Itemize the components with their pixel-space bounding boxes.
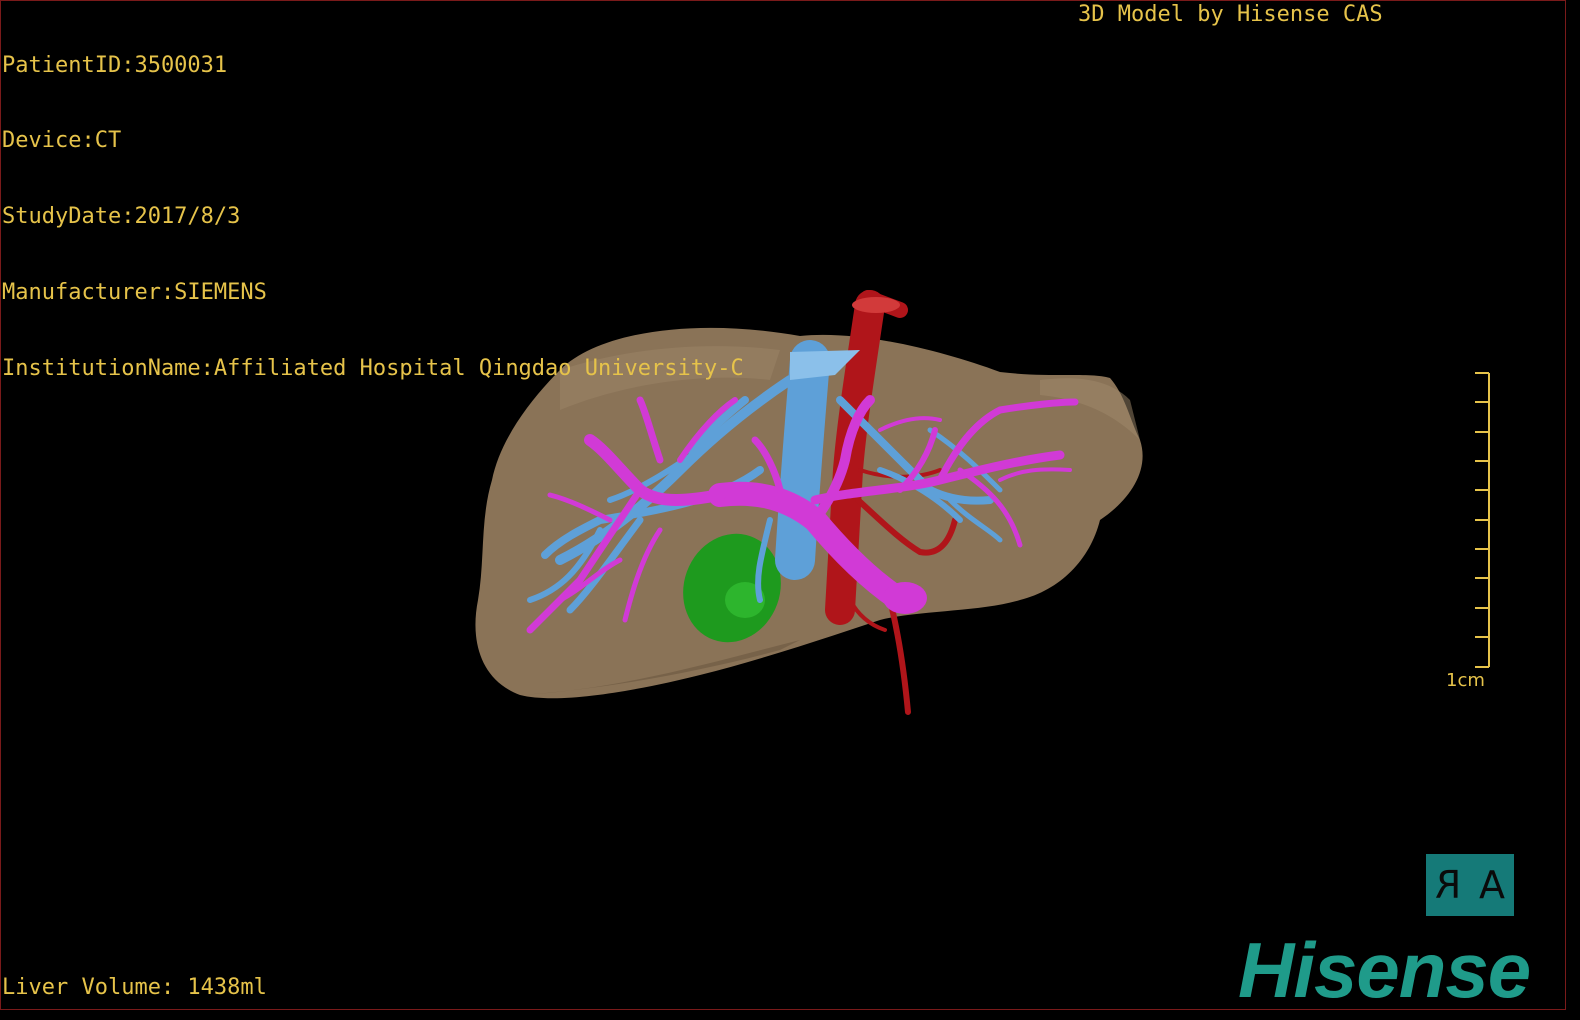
orientation-anterior-label: A (1479, 863, 1505, 907)
scale-bar (1475, 372, 1490, 668)
hisense-logo: Hisense (1238, 926, 1531, 1014)
orientation-cube[interactable]: R A (1426, 854, 1514, 916)
model-credit: 3D Model by Hisense CAS (1078, 2, 1383, 27)
manufacturer: Manufacturer:SIEMENS (2, 280, 267, 306)
scale-bar-label: 1cm (1446, 670, 1485, 691)
orientation-right-label: R (1434, 863, 1462, 907)
institution-name: InstitutionName:Affiliated Hospital Qing… (2, 356, 744, 382)
liver-volume: Liver Volume: 1438ml (2, 975, 267, 1000)
dicom-info-overlay: PatientID:3500031 Device:CT StudyDate:20… (2, 2, 744, 407)
patient-id: PatientID:3500031 (2, 52, 228, 78)
study-date: StudyDate:2017/8/3 (2, 204, 241, 230)
device: Device:CT (2, 128, 122, 154)
